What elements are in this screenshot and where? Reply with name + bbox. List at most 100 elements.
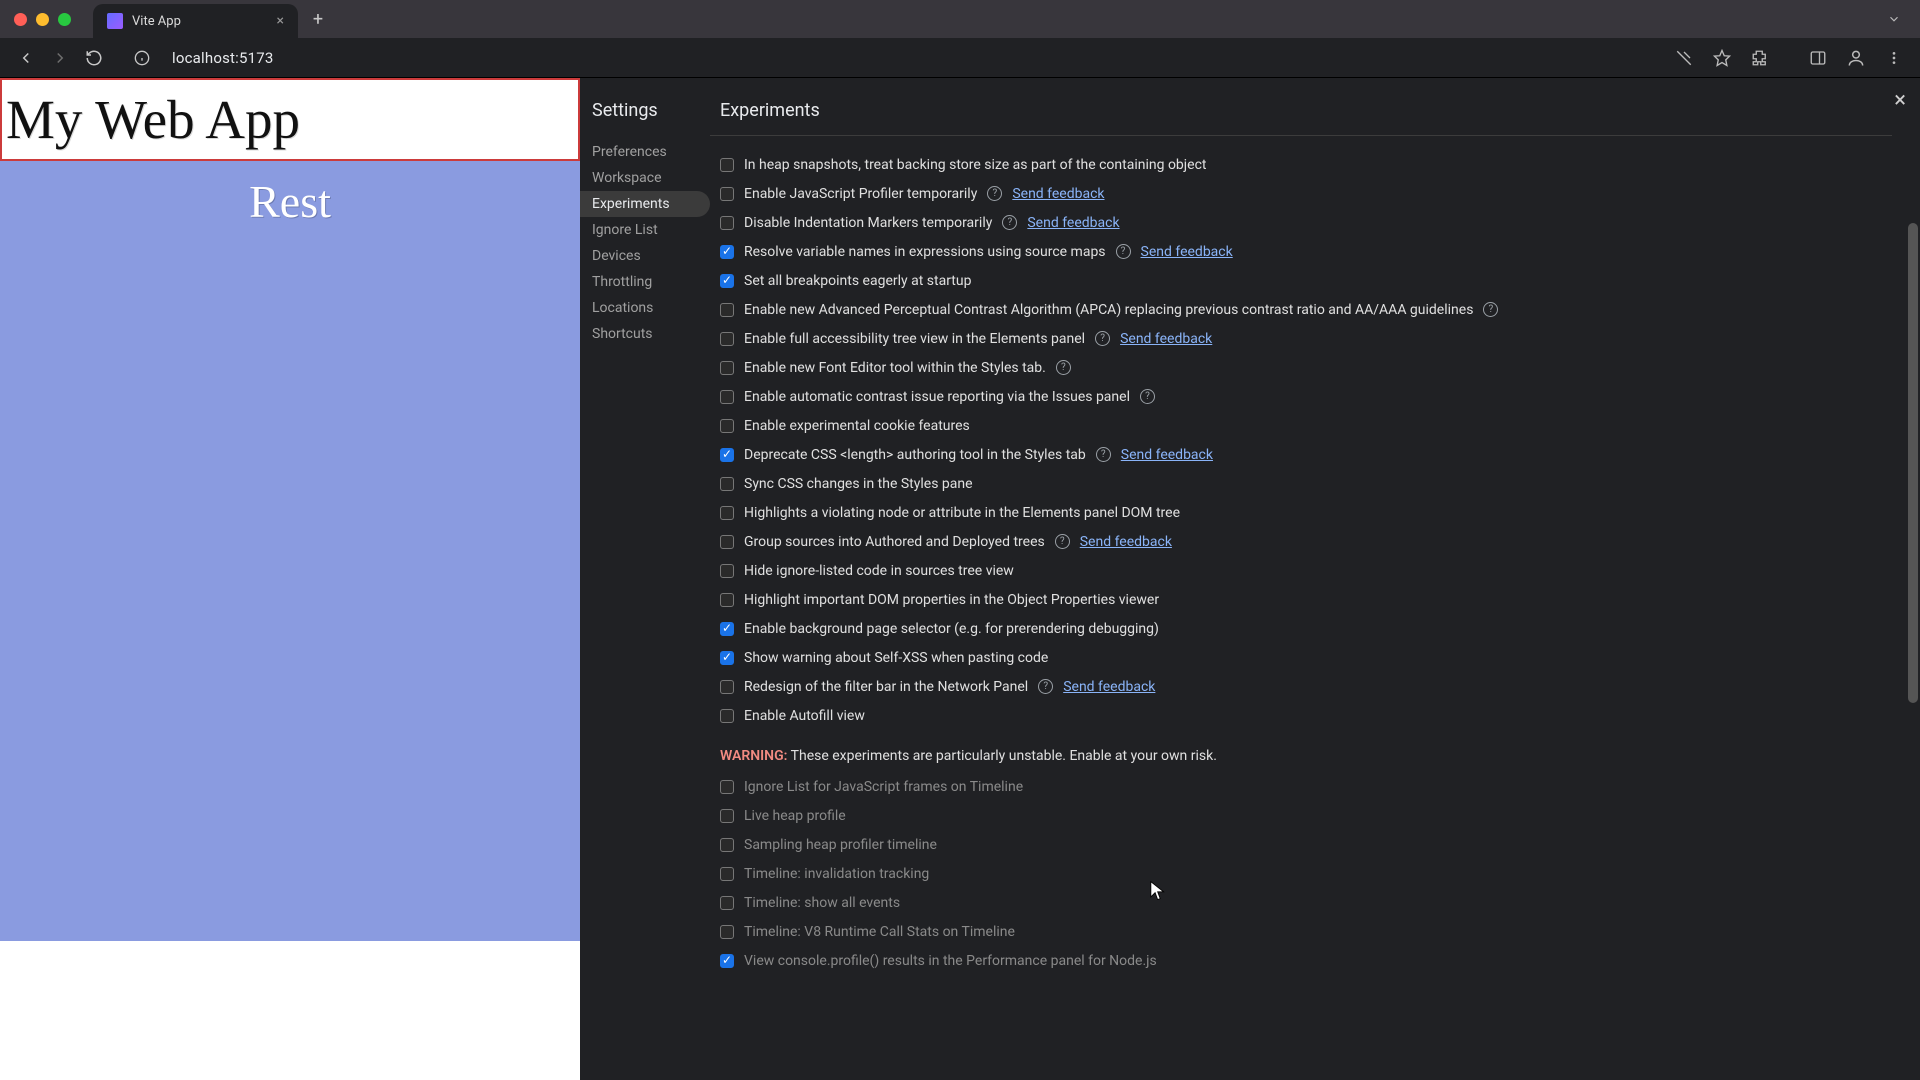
window-close-button[interactable] — [14, 13, 27, 26]
experiment-row: Enable new Font Editor tool within the S… — [720, 353, 1892, 382]
send-feedback-link[interactable]: Send feedback — [1063, 679, 1155, 695]
nav-reload-button[interactable] — [80, 44, 108, 72]
experiment-checkbox[interactable] — [720, 838, 734, 852]
scrollbar[interactable] — [1908, 173, 1918, 973]
window-minimize-button[interactable] — [36, 13, 49, 26]
experiment-checkbox[interactable] — [720, 535, 734, 549]
help-icon[interactable]: ? — [1055, 534, 1070, 549]
nav-ignore-list[interactable]: Ignore List — [580, 217, 710, 243]
nav-throttling[interactable]: Throttling — [580, 269, 710, 295]
unstable-warning: WARNING: These experiments are particula… — [710, 730, 1892, 772]
new-tab-button[interactable]: + — [304, 9, 332, 30]
menu-kebab-icon[interactable] — [1880, 44, 1908, 72]
experiment-checkbox[interactable] — [720, 564, 734, 578]
experiment-checkbox[interactable] — [720, 809, 734, 823]
window-zoom-button[interactable] — [58, 13, 71, 26]
experiment-row: Redesign of the filter bar in the Networ… — [720, 672, 1892, 701]
experiments-heading: Experiments — [710, 100, 1892, 136]
send-feedback-link[interactable]: Send feedback — [1012, 186, 1104, 202]
help-icon[interactable]: ? — [1483, 302, 1498, 317]
experiment-label: Highlights a violating node or attribute… — [744, 505, 1180, 521]
send-feedback-link[interactable]: Send feedback — [1141, 244, 1233, 260]
browser-tab[interactable]: Vite App × — [93, 4, 298, 38]
experiment-checkbox[interactable] — [720, 867, 734, 881]
help-icon[interactable]: ? — [987, 186, 1002, 201]
experiment-checkbox[interactable] — [720, 361, 734, 375]
experiment-checkbox[interactable] — [720, 896, 734, 910]
site-info-icon[interactable] — [128, 44, 156, 72]
experiment-checkbox[interactable] — [720, 780, 734, 794]
experiment-checkbox[interactable] — [720, 419, 734, 433]
experiment-label: View console.profile() results in the Pe… — [744, 953, 1157, 969]
experiment-label: Ignore List for JavaScript frames on Tim… — [744, 779, 1023, 795]
experiment-row: Enable new Advanced Perceptual Contrast … — [720, 295, 1892, 324]
experiment-row: Timeline: V8 Runtime Call Stats on Timel… — [720, 917, 1892, 946]
send-feedback-link[interactable]: Send feedback — [1080, 534, 1172, 550]
experiment-checkbox[interactable] — [720, 448, 734, 462]
nav-experiments[interactable]: Experiments — [580, 191, 710, 217]
experiment-row: Show warning about Self-XSS when pasting… — [720, 643, 1892, 672]
help-icon[interactable]: ? — [1140, 389, 1155, 404]
url-text[interactable]: localhost:5173 — [172, 49, 273, 67]
send-feedback-link[interactable]: Send feedback — [1120, 331, 1212, 347]
page-section: Rest — [0, 161, 580, 941]
experiment-label: Disable Indentation Markers temporarily — [744, 215, 992, 231]
experiment-checkbox[interactable] — [720, 506, 734, 520]
nav-preferences[interactable]: Preferences — [580, 139, 710, 165]
experiment-label: Highlight important DOM properties in th… — [744, 592, 1159, 608]
experiment-checkbox[interactable] — [720, 187, 734, 201]
experiment-label: Resolve variable names in expressions us… — [744, 244, 1106, 260]
experiment-label: In heap snapshots, treat backing store s… — [744, 157, 1206, 173]
experiment-label: Set all breakpoints eagerly at startup — [744, 273, 971, 289]
help-icon[interactable]: ? — [1002, 215, 1017, 230]
tabs-dropdown-button[interactable] — [1882, 7, 1906, 31]
experiment-checkbox[interactable] — [720, 274, 734, 288]
experiment-checkbox[interactable] — [720, 680, 734, 694]
experiment-label: Enable new Advanced Perceptual Contrast … — [744, 302, 1473, 318]
tab-close-button[interactable]: × — [277, 13, 284, 29]
send-feedback-link[interactable]: Send feedback — [1121, 447, 1213, 463]
experiment-label: Timeline: V8 Runtime Call Stats on Timel… — [744, 924, 1015, 940]
experiment-label: Sync CSS changes in the Styles pane — [744, 476, 973, 492]
experiment-checkbox[interactable] — [720, 216, 734, 230]
bookmark-star-icon[interactable] — [1708, 44, 1736, 72]
experiment-checkbox[interactable] — [720, 622, 734, 636]
experiment-checkbox[interactable] — [720, 303, 734, 317]
nav-back-button[interactable] — [12, 44, 40, 72]
experiment-checkbox[interactable] — [720, 390, 734, 404]
experiment-checkbox[interactable] — [720, 954, 734, 968]
web-page-viewport: My Web App Rest — [0, 78, 580, 1080]
send-feedback-link[interactable]: Send feedback — [1027, 215, 1119, 231]
experiment-label: Enable JavaScript Profiler temporarily — [744, 186, 977, 202]
nav-devices[interactable]: Devices — [580, 243, 710, 269]
url-bar: localhost:5173 — [0, 38, 1920, 78]
experiment-label: Live heap profile — [744, 808, 846, 824]
experiment-checkbox[interactable] — [720, 593, 734, 607]
experiment-row: Deprecate CSS <length> authoring tool in… — [720, 440, 1892, 469]
nav-workspace[interactable]: Workspace — [580, 165, 710, 191]
page-blank-area — [0, 941, 580, 1080]
help-icon[interactable]: ? — [1038, 679, 1053, 694]
experiment-checkbox[interactable] — [720, 245, 734, 259]
sidepanel-icon[interactable] — [1804, 44, 1832, 72]
experiment-checkbox[interactable] — [720, 332, 734, 346]
experiment-row: Resolve variable names in expressions us… — [720, 237, 1892, 266]
experiment-checkbox[interactable] — [720, 158, 734, 172]
help-icon[interactable]: ? — [1116, 244, 1131, 259]
experiment-label: Enable full accessibility tree view in t… — [744, 331, 1085, 347]
experiment-checkbox[interactable] — [720, 477, 734, 491]
help-icon[interactable]: ? — [1056, 360, 1071, 375]
experiment-checkbox[interactable] — [720, 651, 734, 665]
help-icon[interactable]: ? — [1096, 447, 1111, 462]
eye-dropper-icon[interactable] — [1670, 44, 1698, 72]
experiment-checkbox[interactable] — [720, 925, 734, 939]
extensions-icon[interactable] — [1746, 44, 1774, 72]
experiment-checkbox[interactable] — [720, 709, 734, 723]
nav-forward-button[interactable] — [46, 44, 74, 72]
help-icon[interactable]: ? — [1095, 331, 1110, 346]
experiment-row: Sync CSS changes in the Styles pane — [720, 469, 1892, 498]
nav-shortcuts[interactable]: Shortcuts — [580, 321, 710, 347]
profile-avatar-icon[interactable] — [1842, 44, 1870, 72]
scrollbar-thumb[interactable] — [1908, 223, 1918, 703]
nav-locations[interactable]: Locations — [580, 295, 710, 321]
